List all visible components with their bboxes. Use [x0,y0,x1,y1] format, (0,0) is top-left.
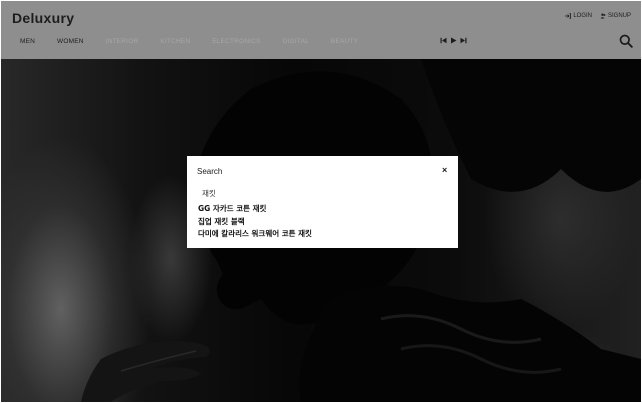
nav-item-men[interactable]: MEN [20,38,35,45]
suggestion-item[interactable]: 다미에 칼라리스 워크웨어 코튼 재킷 [198,228,312,241]
nav-item-interior[interactable]: INTERIOR [106,38,139,45]
search-suggestions: GG 자카드 코튼 재킷 집업 재킷 블랙 다미에 칼라리스 워크웨어 코튼 재… [198,203,312,241]
auth-links: LOGIN SIGNUP [565,13,631,19]
suggestion-item[interactable]: GG 자카드 코튼 재킷 [198,203,312,216]
close-icon[interactable]: × [442,165,447,175]
login-label: LOGIN [573,13,592,19]
media-player-controls [440,37,467,44]
suggestion-item[interactable]: 집업 재킷 블랙 [198,216,312,229]
nav-item-beauty[interactable]: BEAUTY [331,38,358,45]
skip-forward-icon[interactable] [460,37,467,44]
nav-item-digital[interactable]: DIGITAL [283,38,309,45]
signup-label: SIGNUP [607,13,631,19]
nav-item-women[interactable]: WOMEN [57,38,84,45]
search-modal-title: Search [197,167,223,176]
search-modal: Search × GG 자카드 코튼 재킷 집업 재킷 블랙 다미에 칼라리스 … [187,156,458,248]
login-icon [565,13,572,19]
play-icon[interactable] [450,37,457,44]
nav-item-electronics[interactable]: ELECTRONICS [212,38,260,45]
login-link[interactable]: LOGIN [565,13,592,19]
signup-link[interactable]: SIGNUP [600,13,631,19]
page-frame: Deluxury LOGIN SIGNUP MEN WOMEN INTERIOR… [1,1,641,402]
skip-back-icon[interactable] [440,37,447,44]
site-header: Deluxury LOGIN SIGNUP MEN WOMEN INTERIOR… [1,1,641,59]
nav-item-kitchen[interactable]: KITCHEN [160,38,190,45]
search-icon[interactable] [619,34,633,48]
main-nav: MEN WOMEN INTERIOR KITCHEN ELECTRONICS D… [20,38,380,45]
user-plus-icon [600,13,606,19]
search-input[interactable] [202,189,402,198]
site-logo[interactable]: Deluxury [12,10,74,26]
